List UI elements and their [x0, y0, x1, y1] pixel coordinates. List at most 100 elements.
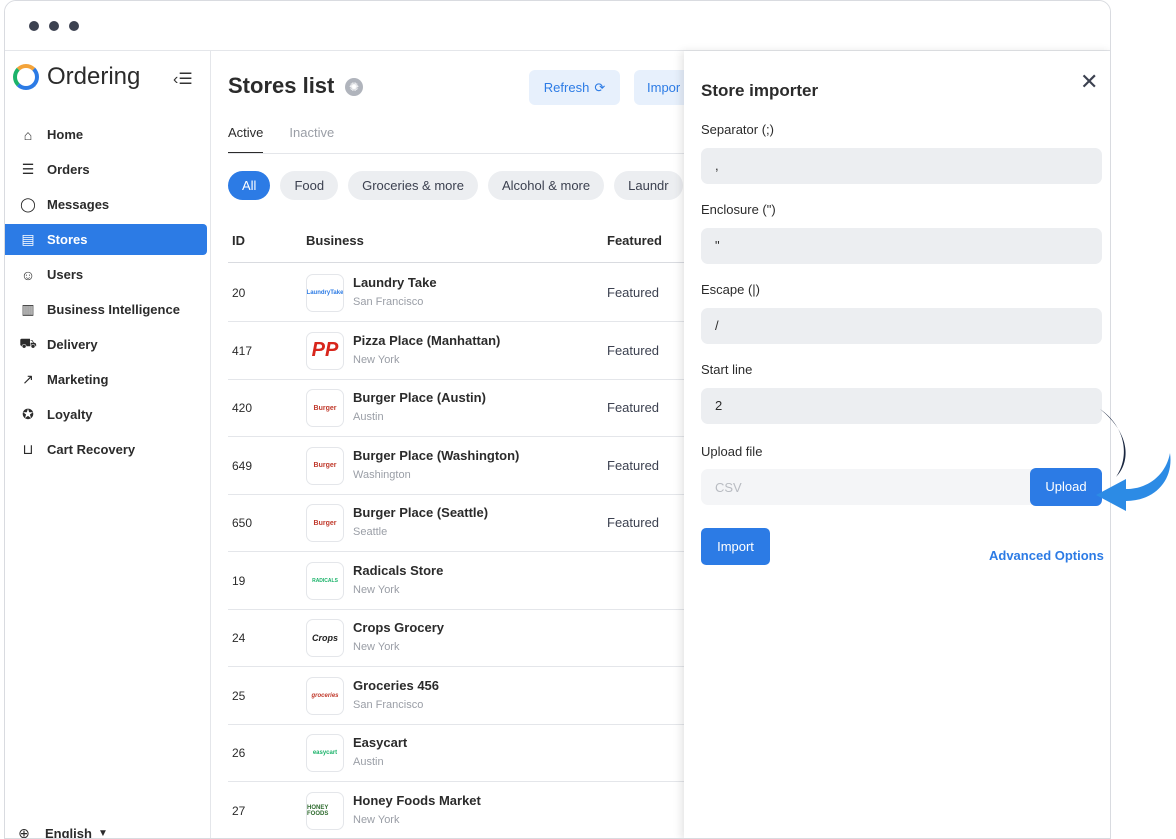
sidebar-item-label: Users — [47, 267, 84, 282]
sidebar-item-loyalty[interactable]: ✪ Loyalty — [5, 399, 211, 430]
store-logo-text: HONEY FOODS — [307, 804, 329, 817]
status-tabs: Active Inactive — [228, 125, 360, 154]
sidebar-item-stores[interactable]: ▤ Stores — [5, 224, 207, 255]
table-row[interactable]: 27 HONEY FOODS Honey Foods Market New York — [228, 782, 684, 839]
store-city: New York — [353, 813, 400, 826]
panel-title: Store importer — [701, 81, 819, 100]
upload-file-field[interactable]: CSV Upload — [701, 468, 1102, 506]
tabs-divider — [228, 153, 684, 154]
table-row[interactable]: 24 Crops Crops Grocery New York — [228, 609, 684, 667]
featured-status: Featured — [607, 400, 660, 415]
start-line-label: Start line — [701, 362, 753, 377]
table-row[interactable]: 417 PP Pizza Place (Manhattan) New York Feat… — [228, 322, 684, 380]
close-icon[interactable]: ✕ — [1080, 69, 1098, 95]
table-row[interactable]: 25 groceries Groceries 456 San Francisco — [228, 667, 684, 725]
sidebar-item-label: Orders — [47, 162, 90, 177]
store-name: Burger Place (Austin) — [353, 390, 486, 405]
table-row[interactable]: 420 Burger Burger Place (Austin) Austin Feat… — [228, 379, 684, 437]
advanced-options-link[interactable]: Advanced Options — [989, 548, 1104, 563]
featured-status: Featured — [607, 342, 660, 358]
sidebar-item-home[interactable]: ⌂ Home — [5, 119, 211, 150]
import-submit-button[interactable]: Import — [701, 528, 770, 565]
sidebar-item-cart-recovery[interactable]: ⊔ Cart Recovery — [5, 434, 211, 465]
store-name: Crops Grocery — [353, 620, 445, 635]
store-id: 27 — [232, 803, 246, 818]
trend-icon: ↗ — [22, 371, 34, 387]
tab-active[interactable]: Active — [228, 125, 264, 154]
window-dot-icon — [29, 21, 39, 31]
store-logo-text: Burger — [313, 462, 337, 469]
main-content: Stores list ✺ Refresh ⟳ Impor Active Ina… — [212, 51, 684, 839]
enclosure-field[interactable] — [701, 228, 1102, 264]
escape-field[interactable] — [701, 308, 1102, 344]
sidebar-nav: ⌂ Home ☰ Orders ◯ Messages ▤ Stores ☺ Users ▥ Busin… — [5, 119, 211, 469]
table-row[interactable]: 650 Burger Burger Place (Seattle) Seattle Fe… — [228, 494, 684, 552]
language-label: English — [45, 826, 92, 839]
column-header-featured[interactable]: Featured — [607, 233, 662, 248]
store-logo: LaundryTake — [306, 274, 344, 312]
store-logo: HONEY FOODS — [306, 791, 344, 830]
table-row[interactable]: 20 LaundryTake Laundry Take San Francisco Fe… — [228, 264, 684, 322]
app-window: Ordering ‹☰ ⌂ Home ☰ Orders ◯ Messages ▤ Stores… — [4, 0, 1111, 839]
import-button[interactable]: Impor — [634, 70, 684, 105]
basketball-icon[interactable]: ✺ — [345, 78, 363, 96]
column-header-id[interactable]: ID — [232, 233, 245, 248]
store-logo-text: groceries — [311, 692, 339, 699]
sidebar-item-label: Loyalty — [47, 407, 93, 422]
category-chip-laundry[interactable]: Laundr — [614, 171, 683, 200]
store-logo: PP — [306, 331, 344, 370]
store-city: New York — [353, 641, 400, 653]
users-icon: ☺ — [20, 266, 36, 283]
store-name: Easycart — [353, 735, 408, 750]
chat-icon: ◯ — [20, 196, 36, 212]
sidebar-item-business-intelligence[interactable]: ▥ Business Intelligence — [5, 294, 211, 325]
sidebar-item-delivery[interactable]: ⛟ Delivery — [5, 329, 211, 360]
category-chip-all[interactable]: All — [228, 171, 271, 200]
tab-inactive[interactable]: Inactive — [289, 125, 334, 154]
upload-button[interactable]: Upload — [1030, 468, 1102, 506]
sidebar-item-label: Cart Recovery — [47, 442, 136, 457]
start-line-field[interactable] — [701, 388, 1102, 424]
sidebar-item-label: Business Intelligence — [47, 302, 180, 317]
store-logo: RADICALS — [306, 561, 344, 600]
store-name: Radicals Store — [353, 562, 444, 578]
store-city: New York — [353, 353, 400, 366]
language-selector[interactable]: ⊕ English ▼ — [15, 825, 108, 839]
logo-ring-icon — [13, 64, 39, 90]
category-chip-alcohol[interactable]: Alcohol & more — [487, 171, 605, 200]
upload-placeholder: CSV — [715, 480, 742, 495]
store-logo-text: LaundryTake — [306, 290, 344, 296]
store-logo: Burger — [306, 504, 344, 542]
store-id: 650 — [232, 516, 253, 530]
store-name: Honey Foods Market — [353, 792, 481, 808]
globe-icon: ⊕ — [18, 825, 30, 839]
table-row[interactable]: 649 Burger Burger Place (Washington) Washin… — [228, 437, 684, 495]
sidebar-item-messages[interactable]: ◯ Messages — [5, 189, 211, 220]
store-city: New York — [353, 583, 400, 596]
refresh-button[interactable]: Refresh ⟳ — [529, 70, 620, 105]
sidebar-item-users[interactable]: ☺ Users — [5, 259, 211, 290]
table-header: ID Business Featured — [228, 231, 684, 263]
store-importer-panel: Store importer ✕ Separator (;) Enclosure… — [684, 51, 1110, 838]
category-chip-groceries[interactable]: Groceries & more — [348, 171, 478, 200]
category-chip-food[interactable]: Food — [280, 171, 339, 200]
window-titlebar — [5, 1, 1110, 51]
table-row[interactable]: 19 RADICALS Radicals Store New York — [228, 552, 684, 610]
list-icon: ☰ — [21, 161, 35, 177]
cart-icon: ⊔ — [22, 441, 34, 457]
store-logo-text: Burger — [313, 519, 337, 527]
app-logo[interactable]: Ordering — [13, 63, 140, 91]
store-name: Pizza Place (Manhattan) — [353, 332, 501, 348]
sidebar-collapse-icon[interactable]: ‹☰ — [173, 69, 193, 89]
column-header-business[interactable]: Business — [306, 233, 364, 248]
sidebar-item-label: Home — [47, 127, 84, 142]
upload-file-label: Upload file — [701, 444, 763, 459]
refresh-icon: ⟳ — [594, 79, 606, 95]
store-id: 420 — [232, 401, 253, 415]
sidebar-item-marketing[interactable]: ↗ Marketing — [5, 364, 211, 395]
table-row[interactable]: 26 easycart Easycart Austin — [228, 724, 684, 782]
separator-field[interactable] — [701, 148, 1102, 184]
truck-icon: ⛟ — [19, 335, 37, 351]
featured-status: Featured — [607, 457, 660, 473]
sidebar-item-orders[interactable]: ☰ Orders — [5, 154, 211, 185]
